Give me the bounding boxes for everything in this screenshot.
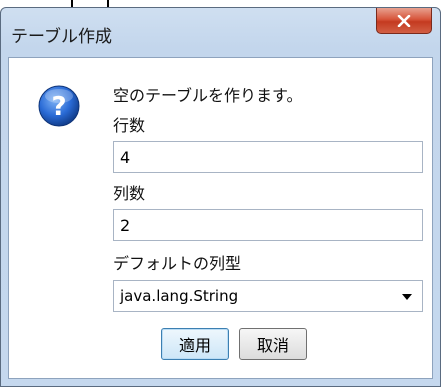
columns-label: 列数 xyxy=(113,184,146,203)
rows-label: 行数 xyxy=(113,116,146,135)
columns-input[interactable]: 2 xyxy=(113,209,423,241)
cancel-button[interactable]: 取消 xyxy=(239,328,307,360)
question-icon: ? xyxy=(38,85,80,127)
default-type-value: java.lang.String xyxy=(120,287,239,305)
apply-button-label: 適用 xyxy=(178,336,211,355)
default-type-select[interactable]: java.lang.String xyxy=(113,280,423,312)
close-button[interactable] xyxy=(376,8,432,34)
close-icon xyxy=(397,14,411,27)
dialog-content: ? 空のテーブルを作ります。 行数 4 列数 2 デフォルトの列型 java.l… xyxy=(8,57,433,379)
default-type-label: デフォルトの列型 xyxy=(113,254,242,273)
svg-text:?: ? xyxy=(51,92,66,122)
message-text: 空のテーブルを作ります。 xyxy=(113,86,303,105)
cancel-button-label: 取消 xyxy=(256,336,289,355)
window-title: テーブル作成 xyxy=(11,27,112,47)
apply-button[interactable]: 適用 xyxy=(161,328,229,360)
rows-input[interactable]: 4 xyxy=(113,141,423,173)
chevron-down-icon[interactable] xyxy=(402,294,412,300)
dialog-window: テーブル作成 ? 空のテーブルを作ります。 行数 4 列数 2 デフォルトの列型 xyxy=(0,7,441,387)
